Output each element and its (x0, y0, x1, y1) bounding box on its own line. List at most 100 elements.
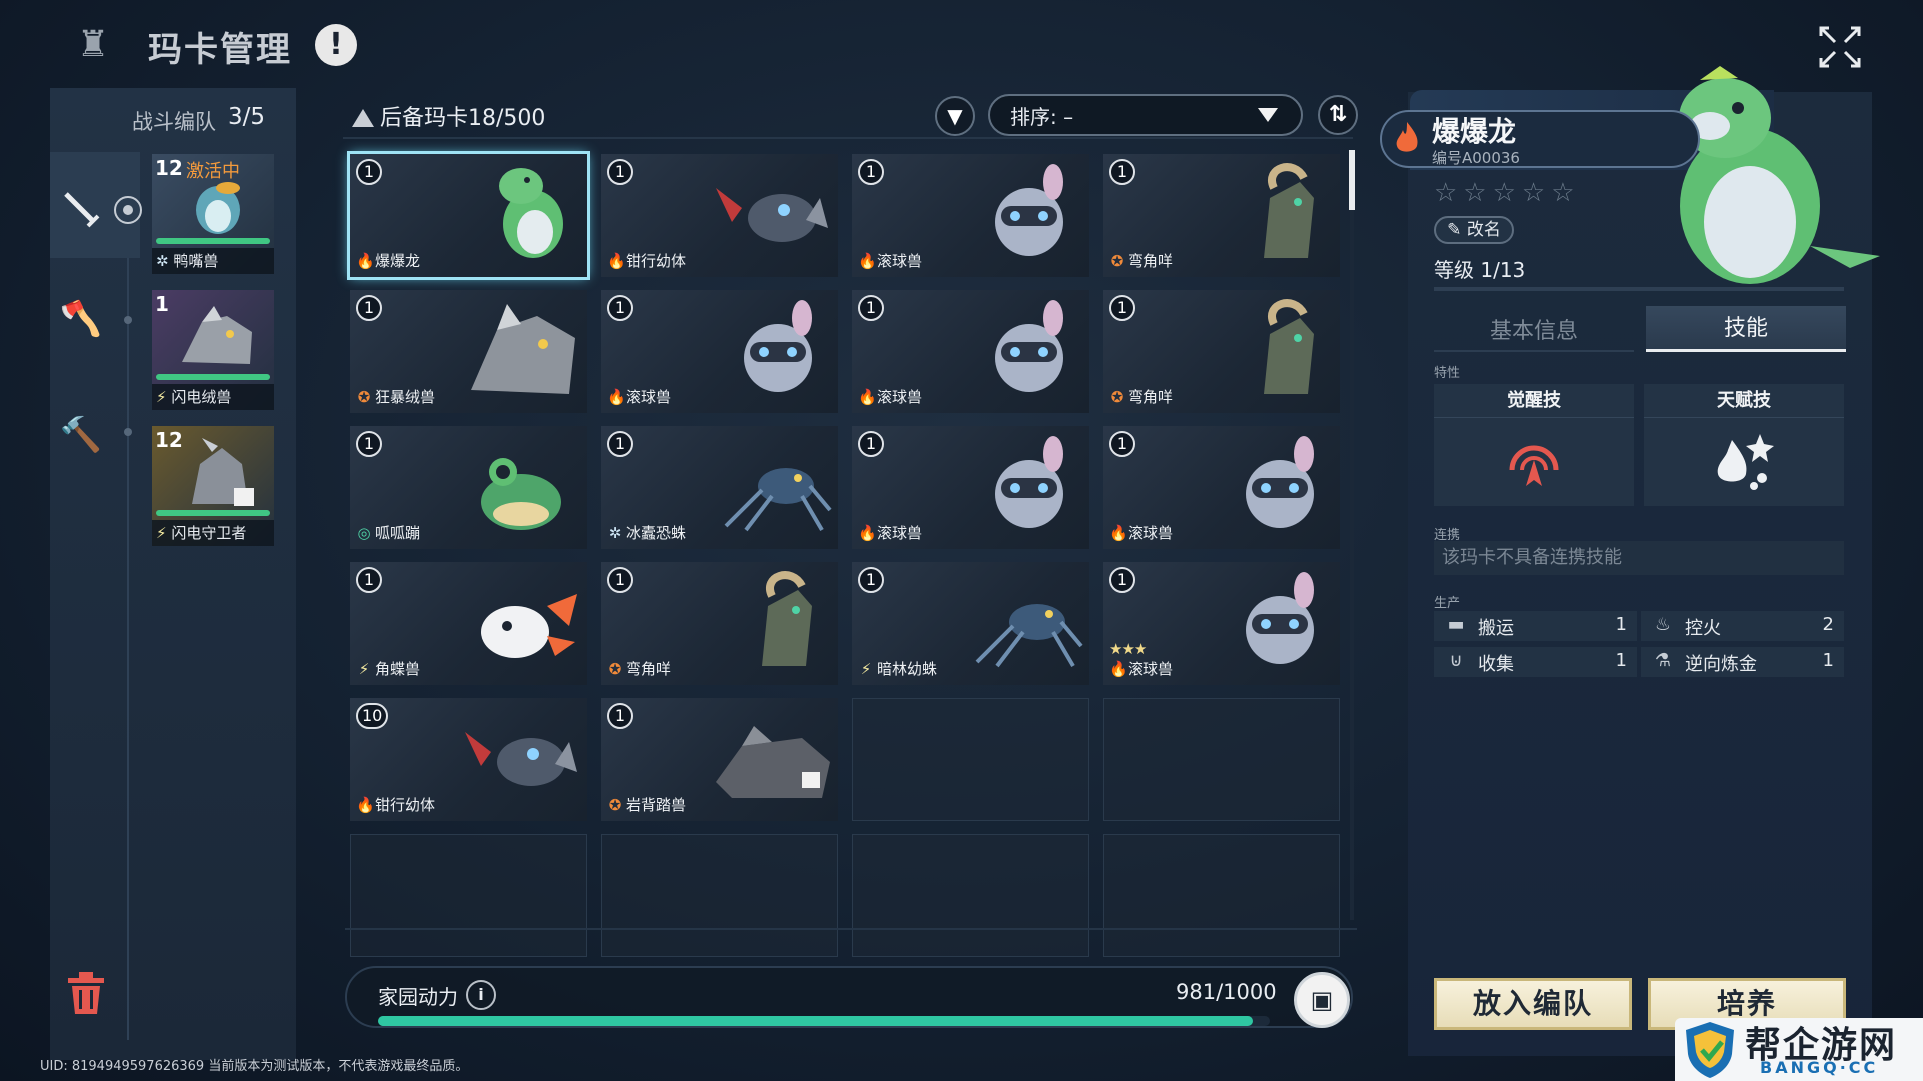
card-level: 10 (356, 703, 389, 729)
card-name: 🔥钳行幼体 (607, 250, 686, 271)
monster-card[interactable]: 10 🔥钳行幼体 (350, 698, 587, 821)
card-name: 🔥滚球兽 (858, 386, 922, 407)
empty-card-slot (852, 834, 1089, 957)
monster-card[interactable]: 1 ✪ 弯角咩 (1103, 154, 1340, 277)
ball-beast-icon (995, 300, 1063, 392)
card-name-text: 冰蠹恐蛛 (626, 524, 687, 542)
fire-element-icon: 🔥 (1109, 524, 1128, 542)
fighting-element-icon: ✪ (608, 660, 622, 678)
ball-beast-icon (1246, 436, 1314, 528)
fighting-element-icon: ✪ (608, 796, 622, 814)
member-name-text: 鸭嘴兽 (173, 252, 219, 270)
member-level: 1 (155, 292, 169, 316)
monster-card[interactable]: 1 ✪ 弯角咩 (601, 562, 838, 685)
card-name-text: 钳行幼体 (626, 252, 687, 270)
scrollbar-track[interactable] (1350, 150, 1354, 920)
fighting-element-icon: ✪ (1110, 252, 1124, 270)
info-icon[interactable]: i (466, 980, 496, 1010)
monster-card[interactable]: 1 ◎ 呱呱蹦 (350, 426, 587, 549)
monster-card[interactable]: 1 ✪ 狂暴绒兽 (350, 290, 587, 413)
fighting-element-icon: ✪ (1110, 388, 1124, 406)
flask-icon: ⚗ (1654, 650, 1672, 671)
frog-icon (481, 458, 561, 530)
electric-element-icon: ⚡ (860, 660, 872, 678)
box-icon: ▬ (1447, 614, 1465, 635)
member-name: ⚡ 闪电守卫者 (152, 520, 274, 546)
fire-icon (1396, 122, 1418, 152)
crab-mech-icon (716, 188, 828, 242)
add-to-team-button[interactable]: 放入编队 (1434, 978, 1632, 1030)
team-tab-hammer[interactable]: 🔨 (56, 410, 106, 460)
ball-beast-icon (995, 436, 1063, 528)
sort-order-button[interactable]: ⇅ (1318, 95, 1358, 135)
grid-bottom-divider (345, 928, 1357, 930)
filter-icon: ▼ (947, 104, 963, 128)
monster-card[interactable]: 1 ⚡ 暗林幼蛛 (852, 562, 1089, 685)
monster-card[interactable]: 1 🔥滚球兽 (601, 290, 838, 413)
team-tab-axe[interactable]: 🪓 (56, 294, 106, 344)
sort-label: 排序: – (1010, 105, 1074, 129)
rename-label: 改名 (1466, 220, 1501, 240)
monster-card[interactable]: 1 🔥滚球兽 (852, 154, 1089, 277)
monster-card[interactable]: 1 ✪ 弯角咩 (1103, 290, 1340, 413)
tab-basic-info[interactable]: 基本信息 (1434, 312, 1634, 352)
monster-card[interactable]: 1 ★★★ 🔥滚球兽 (1103, 562, 1340, 685)
rename-button[interactable]: ✎ 改名 (1434, 216, 1514, 244)
card-level: 1 (356, 159, 382, 185)
card-name: 🔥滚球兽 (1109, 658, 1173, 679)
scrollbar-thumb[interactable] (1349, 150, 1355, 210)
grid-divider (343, 137, 1353, 139)
monster-card[interactable]: 1 🔥爆爆龙 (347, 151, 590, 280)
card-name-text: 呱呱蹦 (375, 524, 421, 542)
monster-card[interactable]: 1 🔥钳行幼体 (601, 154, 838, 277)
link-skill-text: 该玛卡不具备连携技能 (1434, 541, 1844, 575)
awaken-skill-icon (1509, 445, 1559, 486)
filter-button[interactable]: ▼ (935, 96, 975, 136)
card-name-text: 暗林幼蛛 (877, 660, 938, 678)
awaken-skill-card[interactable]: 觉醒技 (1434, 384, 1634, 506)
monster-card[interactable]: 1 ✪ 岩背踏兽 (601, 698, 838, 821)
fighting-element-icon: ✪ (357, 388, 371, 406)
fire-element-icon: 🔥 (607, 252, 626, 270)
reserve-title-text: 后备玛卡 (380, 106, 469, 131)
member-name: ✲ 鸭嘴兽 (152, 248, 274, 274)
shield-logo-icon (1686, 1022, 1734, 1078)
production-row: ▬ 搬运 1 (1434, 611, 1637, 641)
production-value: 2 (1822, 614, 1834, 635)
card-name: ◎ 呱呱蹦 (356, 522, 420, 543)
card-name: ✪ 弯角咩 (607, 658, 671, 679)
wind-element-icon: ◎ (357, 524, 371, 542)
member-hp-bar (156, 374, 270, 380)
tab-skills[interactable]: 技能 (1646, 306, 1846, 352)
ball-beast-icon (995, 164, 1063, 256)
card-name: 🔥滚球兽 (1109, 522, 1173, 543)
tab-dot (124, 428, 132, 436)
spider-icon (724, 468, 832, 532)
team-member-card[interactable]: 12 ⚡ 闪电守卫者 (152, 426, 274, 546)
battery-button[interactable]: ▣ (1294, 972, 1350, 1028)
reserve-card-grid: 1 🔥爆爆龙 1 🔥钳行幼体 1 🔥滚球兽 1 ✪ 弯角咩 1 ✪ 狂暴绒兽 1 🔥滚球兽 1 🔥滚球兽 1 ✪ 弯… (347, 151, 1340, 957)
team-member-card[interactable]: 12 激活中 ✲ 鸭嘴兽 (152, 154, 274, 274)
ice-element-icon: ✲ (156, 252, 169, 270)
ice-element-icon: ✲ (608, 524, 622, 542)
production-name: 逆向炼金 (1685, 654, 1757, 675)
monster-id: 编号A00036 (1432, 149, 1520, 167)
monster-card[interactable]: 1 ✲ 冰蠹恐蛛 (601, 426, 838, 549)
team-member-card[interactable]: 1 ⚡ 闪电绒兽 (152, 290, 274, 410)
team-tab-divider (127, 200, 129, 1040)
card-level: 1 (858, 431, 884, 457)
fire-element-icon: 🔥 (858, 388, 877, 406)
card-name-text: 滚球兽 (877, 524, 923, 542)
axolotl-icon (481, 594, 577, 658)
card-name-text: 爆爆龙 (375, 252, 421, 270)
talent-skill-card[interactable]: 天赋技 (1644, 384, 1844, 506)
monster-card[interactable]: 1 🔥滚球兽 (852, 290, 1089, 413)
monster-card[interactable]: 1 ⚡ 角蝶兽 (350, 562, 587, 685)
monster-card[interactable]: 1 🔥滚球兽 (852, 426, 1089, 549)
trash-icon[interactable] (64, 970, 108, 1016)
card-level: 1 (356, 431, 382, 457)
card-name-text: 弯角咩 (626, 660, 672, 678)
monster-card[interactable]: 1 🔥滚球兽 (1103, 426, 1340, 549)
help-icon[interactable]: ! (315, 24, 357, 66)
member-name: ⚡ 闪电绒兽 (152, 384, 274, 410)
